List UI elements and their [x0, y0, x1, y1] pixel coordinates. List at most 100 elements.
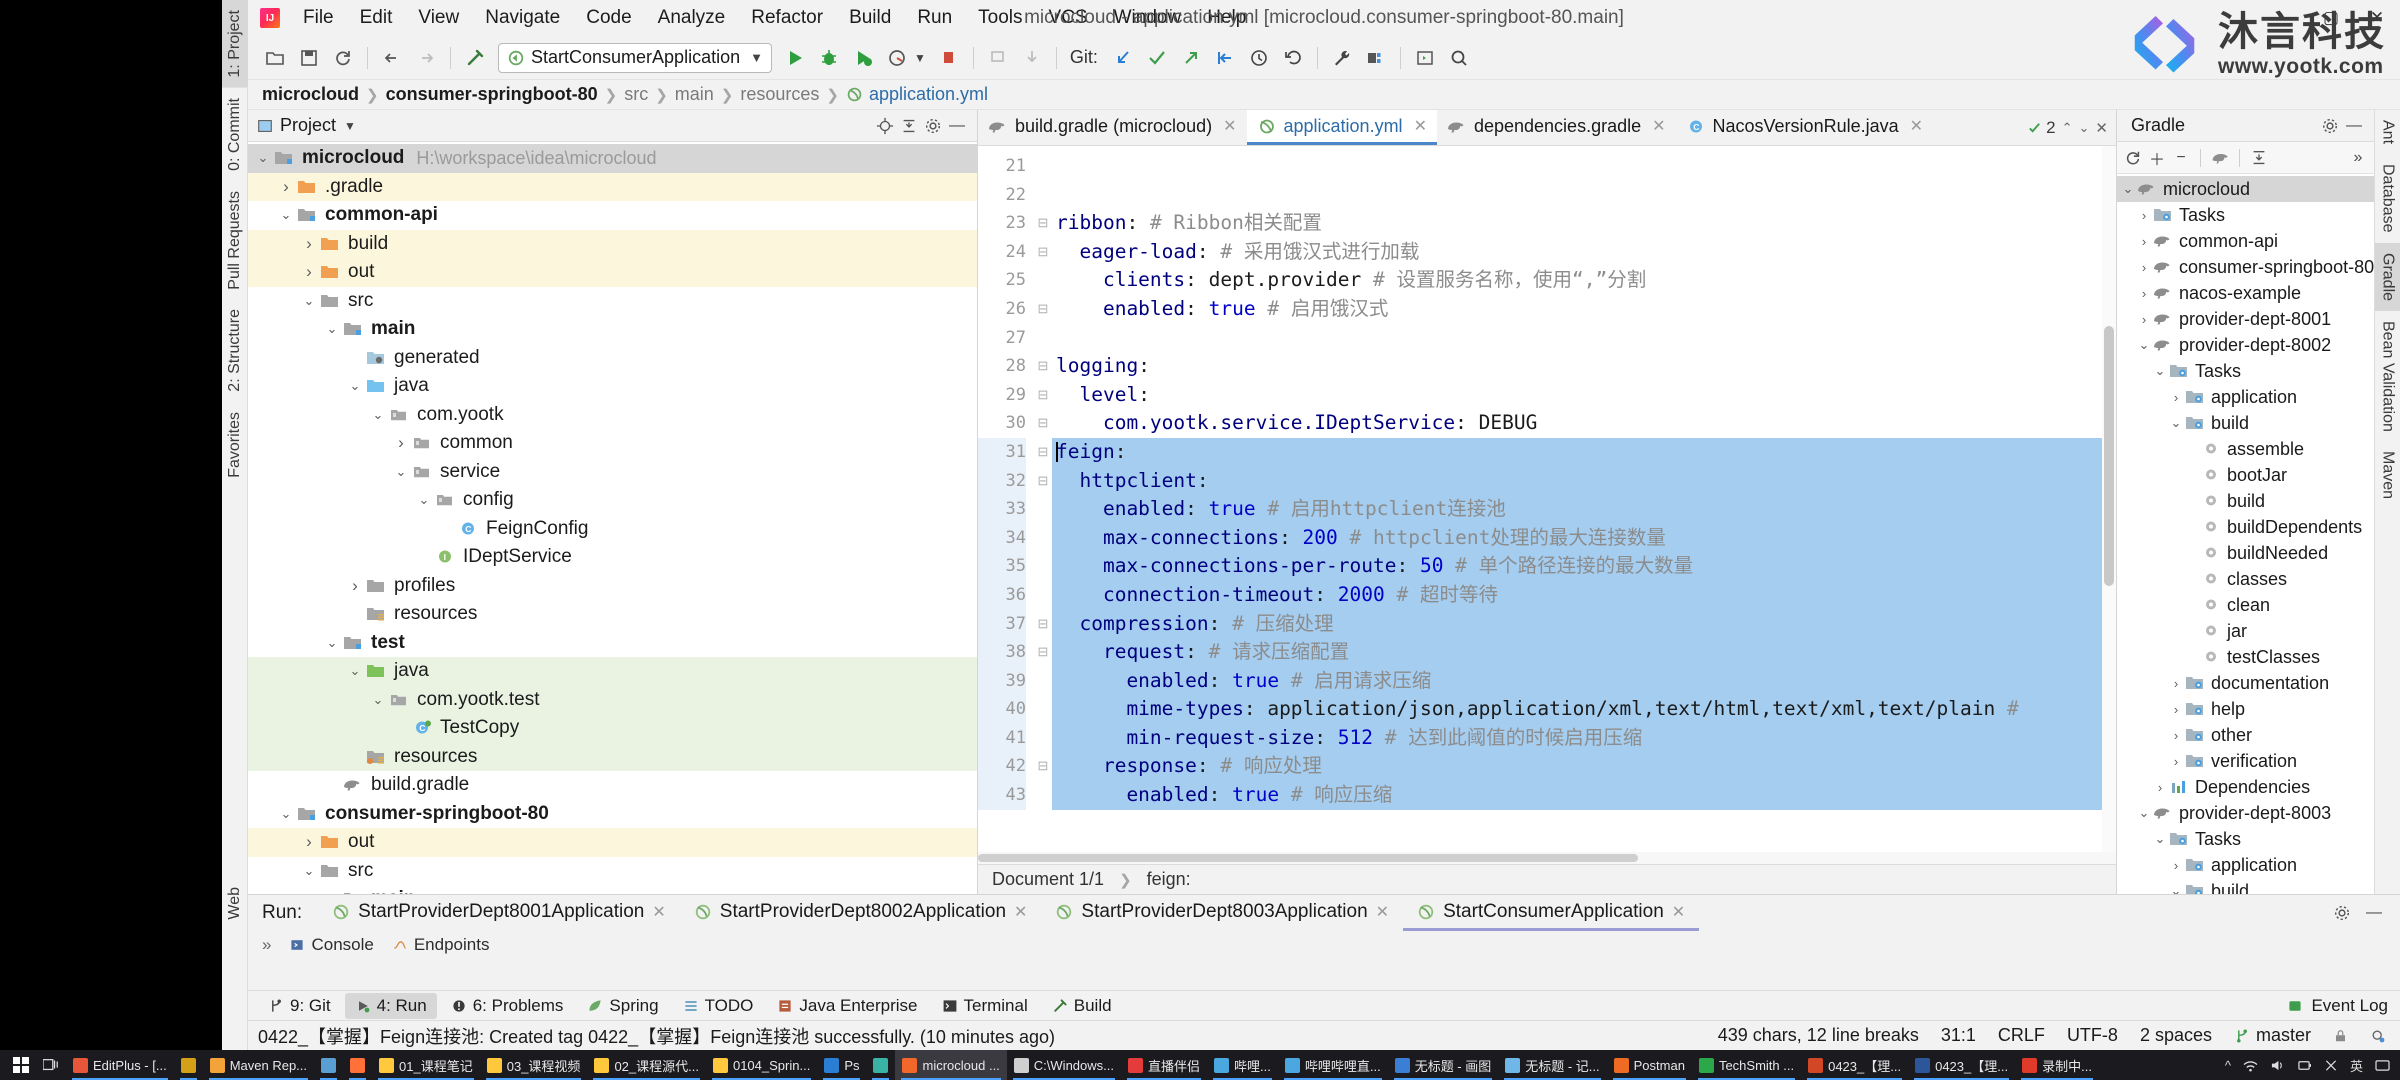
gradle-tree[interactable]: ⌄ microcloud › Tasks › common-api › consumer-sp…: [2117, 174, 2374, 894]
project-tree-row[interactable]: build.gradle: [248, 771, 977, 800]
code-line[interactable]: com.yootk.service.IDeptService: DEBUG: [1052, 409, 2116, 438]
menu-analyze[interactable]: Analyze: [645, 3, 739, 33]
chevron-right-icon[interactable]: ›: [298, 262, 320, 282]
stop-icon[interactable]: [934, 43, 964, 73]
chevron-right-icon[interactable]: ›: [2135, 234, 2153, 249]
chevron-down-icon-profile[interactable]: ▼: [914, 51, 926, 65]
chevron-right-icon[interactable]: ›: [344, 576, 366, 596]
add-icon[interactable]: ＋: [2145, 146, 2169, 170]
project-tree-row[interactable]: ⌄ microcloud H:\workspace\idea\microcloud: [248, 144, 977, 173]
code-line[interactable]: eager-load: # 采用饿汉式进行加载: [1052, 238, 2116, 267]
fold-marker-icon[interactable]: ⊟: [1034, 295, 1052, 324]
chevron-down-icon[interactable]: ⌄: [2167, 415, 2185, 431]
open-folder-icon[interactable]: [260, 43, 290, 73]
menu-code[interactable]: Code: [573, 3, 644, 33]
update-project-icon[interactable]: [1108, 43, 1138, 73]
gradle-tree-row[interactable]: jar: [2117, 618, 2374, 644]
gradle-tree-row[interactable]: testClasses: [2117, 644, 2374, 670]
tool-strip-terminal[interactable]: Terminal: [932, 993, 1038, 1019]
taskbar-item[interactable]: 0423_【理...: [1801, 1050, 1908, 1080]
taskbar-item[interactable]: Ps: [817, 1050, 866, 1080]
project-tree-row[interactable]: › profiles: [248, 572, 977, 601]
menu-window[interactable]: Window: [1101, 3, 1195, 33]
refresh-icon[interactable]: [2121, 146, 2145, 170]
gradle-tree-row[interactable]: bootJar: [2117, 462, 2374, 488]
chevron-right-icon[interactable]: ›: [2167, 728, 2185, 743]
right-tab-gradle[interactable]: Gradle: [2374, 242, 2400, 311]
left-tab-project[interactable]: 1: Project: [221, 0, 248, 88]
project-tree-row[interactable]: ⌄ src: [248, 287, 977, 316]
code-line[interactable]: logging:: [1052, 352, 2116, 381]
code-line[interactable]: enabled: true # 响应压缩: [1052, 781, 2116, 810]
code-line[interactable]: [1052, 152, 2116, 181]
hide-icon[interactable]: —: [2342, 114, 2366, 138]
tool-strip-9-git[interactable]: 9: Git: [258, 993, 341, 1019]
chevron-down-icon[interactable]: ⌄: [2135, 805, 2153, 821]
editor-scrollbar-track[interactable]: [2102, 146, 2116, 852]
left-tab-structure[interactable]: 2: Structure: [222, 299, 248, 402]
tool-strip-4-run[interactable]: 4: Run: [344, 992, 437, 1019]
gradle-tree-row[interactable]: buildDependents: [2117, 514, 2374, 540]
taskbar-item[interactable]: [343, 1050, 372, 1080]
menu-navigate[interactable]: Navigate: [472, 3, 573, 33]
code-line[interactable]: feign:: [1052, 437, 2116, 467]
history-clock-icon[interactable]: [1244, 43, 1274, 73]
chevron-down-icon[interactable]: ⌄: [367, 407, 389, 423]
menu-vcs[interactable]: VCS: [1036, 3, 1101, 33]
right-tab-database[interactable]: Database: [2375, 154, 2400, 243]
sync-icon[interactable]: [328, 43, 358, 73]
project-tree-row[interactable]: ⌄ test: [248, 629, 977, 658]
event-log-label[interactable]: Event Log: [2311, 996, 2388, 1016]
chevron-down-icon[interactable]: ⌄: [367, 692, 389, 708]
taskbar-item[interactable]: Maven Rep...: [203, 1050, 314, 1080]
code-line[interactable]: [1052, 324, 2116, 353]
tool-strip-spring[interactable]: Spring: [577, 993, 668, 1019]
editor-scrollbar-thumb[interactable]: [2104, 326, 2114, 586]
commit-icon[interactable]: [1142, 43, 1172, 73]
code-editor[interactable]: 21 22 23 24 25 26 27 28 29 30 31 32 33 34 35 36 37 38 39 40…: [978, 146, 2116, 852]
menu-help[interactable]: Help: [1194, 3, 1259, 33]
chevron-right-icon[interactable]: ›: [2151, 780, 2169, 795]
project-tree-row[interactable]: I IDeptService: [248, 543, 977, 572]
gradle-tree-row[interactable]: ⌄ build: [2117, 410, 2374, 436]
tool-strip-java-enterprise[interactable]: Java Enterprise: [767, 993, 927, 1019]
editor-hscroll-thumb[interactable]: [978, 854, 1639, 862]
start-button[interactable]: [6, 1050, 36, 1080]
run-tab[interactable]: StartConsumerApplication ✕: [1403, 895, 1700, 931]
chevron-down-icon[interactable]: ⌄: [413, 492, 435, 508]
rollback-icon[interactable]: [1210, 43, 1240, 73]
fold-marker-icon[interactable]: ⊟: [1034, 209, 1052, 238]
build-hammer-icon[interactable]: [460, 43, 490, 73]
code-line[interactable]: mime-types: application/json,application…: [1052, 695, 2116, 724]
code-line[interactable]: [1052, 181, 2116, 210]
code-line[interactable]: level:: [1052, 381, 2116, 410]
gradle-tree-row[interactable]: › other: [2117, 722, 2374, 748]
project-tree-row[interactable]: › .gradle: [248, 172, 977, 201]
project-tree-row[interactable]: ⌄ com.yootk.test: [248, 685, 977, 714]
project-tree-row[interactable]: ⌄ consumer-springboot-80: [248, 800, 977, 829]
profile-icon[interactable]: [882, 43, 912, 73]
close-icon[interactable]: ✕: [1014, 902, 1027, 922]
project-tree-row[interactable]: generated: [248, 344, 977, 373]
right-tab-ant[interactable]: Ant: [2375, 110, 2400, 154]
fold-marker-icon[interactable]: ⊟: [1034, 610, 1052, 639]
run-tab[interactable]: StartProviderDept8001Application ✕: [318, 895, 680, 931]
close-icon[interactable]: ✕: [1376, 902, 1389, 922]
chevron-down-icon[interactable]: ⌄: [298, 293, 320, 309]
chevron-right-icon[interactable]: ›: [2135, 312, 2153, 327]
chevron-down-icon[interactable]: ⌄: [344, 378, 366, 394]
run-with-coverage-icon[interactable]: [848, 43, 878, 73]
editor-tab[interactable]: application.yml ✕: [1246, 110, 1437, 145]
taskbar-item[interactable]: 无标题 - 记...: [1498, 1050, 1606, 1080]
remove-icon[interactable]: −: [2169, 146, 2193, 170]
taskbar-item[interactable]: 02_课程源代...: [587, 1050, 706, 1080]
collapse-all-icon[interactable]: [897, 114, 921, 138]
chevron-down-icon[interactable]: ⌄: [321, 321, 343, 337]
code-line[interactable]: enabled: true # 启用httpclient连接池: [1052, 495, 2116, 524]
ime-icon[interactable]: [2324, 1059, 2338, 1072]
project-tree-row[interactable]: ⌄ service: [248, 458, 977, 487]
menu-run[interactable]: Run: [904, 3, 965, 33]
project-tree-row[interactable]: ⌄ common-api: [248, 201, 977, 230]
code-line[interactable]: compression: # 压缩处理: [1052, 609, 2116, 639]
chevron-down-icon[interactable]: ⌄: [252, 150, 274, 166]
